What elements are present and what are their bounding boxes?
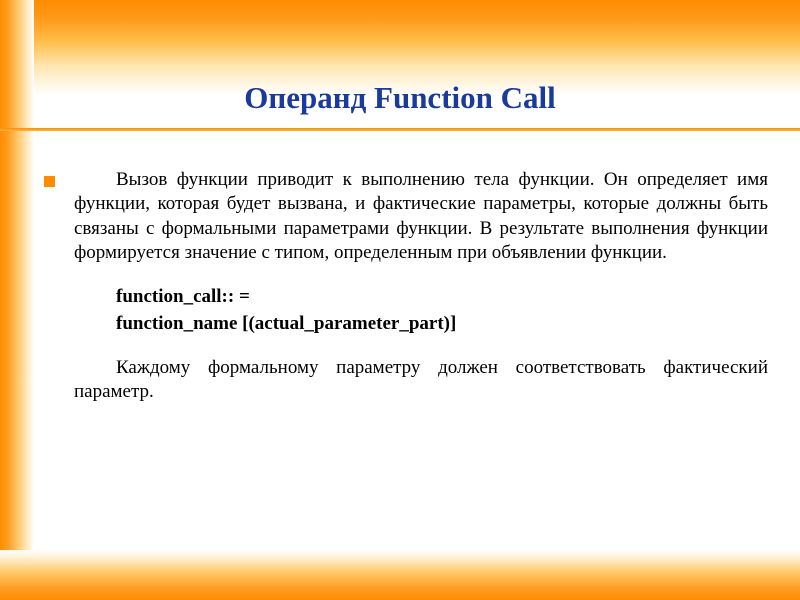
bottom-gradient-band (0, 550, 800, 600)
syntax-line-1: function_call:: = (116, 285, 768, 309)
paragraph-intro: Вызов функции приводит к выполнению тела… (74, 168, 768, 265)
title-underline (0, 128, 800, 131)
slide-title: Операнд Function Call (0, 80, 800, 116)
slide-content: Вызов функции приводит к выполнению тела… (74, 168, 768, 425)
paragraph-note: Каждому формальному параметру должен соо… (74, 356, 768, 405)
syntax-block: function_call:: = function_name [(actual… (74, 285, 768, 336)
bullet-icon (44, 176, 55, 187)
syntax-line-2: function_name [(actual_parameter_part)] (116, 312, 768, 336)
slide: Операнд Function Call Вызов функции прив… (0, 0, 800, 600)
